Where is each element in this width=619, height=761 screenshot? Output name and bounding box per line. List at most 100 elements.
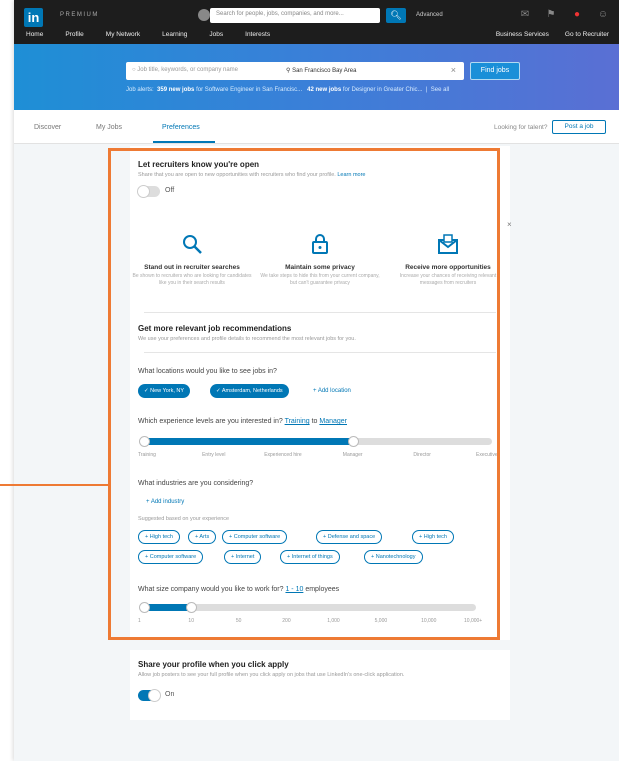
size-tick: 10,000+ — [464, 618, 483, 624]
alert-count-1[interactable]: 359 new jobs — [157, 87, 194, 93]
experience-slider-handle-min[interactable] — [139, 436, 150, 447]
global-search-input[interactable]: Search for people, jobs, companies, and … — [210, 8, 380, 23]
industry-pill[interactable]: + Computer software — [222, 530, 288, 544]
experience-slider-fill — [144, 438, 353, 445]
recruiter-link[interactable]: Go to Recruiter — [565, 31, 609, 38]
size-slider-fill — [144, 604, 192, 611]
keyword-input[interactable]: ○ Job title, keywords, or company name — [132, 67, 238, 73]
see-all-link[interactable]: See all — [431, 87, 449, 93]
size-slider-handle-min[interactable] — [139, 602, 150, 613]
feature-title: Receive more opportunities — [405, 264, 491, 271]
location-input[interactable]: ⚲ San Francisco Bay Area — [286, 67, 356, 74]
feature-stand-out: Stand out in recruiter searches Be shown… — [132, 232, 252, 287]
job-alerts: Job alerts: 359 new jobs for Software En… — [126, 87, 450, 93]
tab-preferences[interactable]: Preferences — [162, 124, 200, 131]
feature-title: Stand out in recruiter searches — [144, 264, 240, 271]
experience-tick: Manager — [342, 452, 363, 458]
nav-my-network[interactable]: My Network — [106, 31, 140, 38]
share-toggle[interactable] — [138, 689, 161, 702]
search-icon: 🔍︎ — [390, 10, 402, 20]
find-jobs-button[interactable]: Find jobs — [470, 62, 520, 80]
feature-title: Maintain some privacy — [285, 264, 355, 271]
recruiters-toggle-label: Off — [165, 187, 175, 194]
industry-pill[interactable]: + Internet — [224, 550, 262, 564]
toggle-knob — [137, 185, 150, 198]
linkedin-logo[interactable]: in — [24, 8, 43, 27]
search-button[interactable]: 🔍︎ — [386, 8, 406, 23]
experience-tick: Training — [138, 452, 156, 458]
experience-slider-handle-max[interactable] — [347, 436, 359, 447]
location-pill-new-york[interactable]: ✓ New York, NY — [138, 384, 191, 398]
industries-question: What industries are you considering? — [138, 480, 254, 487]
preferences-card: Let recruiters know you're open Share th… — [130, 146, 512, 640]
size-slider[interactable] — [139, 602, 476, 613]
nav-jobs[interactable]: Jobs — [209, 31, 223, 38]
clear-icon[interactable]: × — [451, 65, 456, 75]
size-question: What size company would you like to work… — [138, 586, 340, 593]
flag-icon[interactable]: ⚑ — [545, 9, 557, 21]
nav-learning[interactable]: Learning — [162, 31, 187, 38]
profile-menu-icon[interactable]: ☺ — [597, 9, 609, 21]
share-desc: Allow job posters to see your full profi… — [138, 672, 405, 678]
active-tab-indicator — [153, 141, 215, 143]
nav-interests[interactable]: Interests — [245, 31, 270, 38]
share-title: Share your profile when you click apply — [138, 660, 289, 669]
global-nav: in PREMIUM Search for people, jobs, comp… — [14, 0, 619, 44]
jobs-search-banner: ○ Job title, keywords, or company name ⚲… — [14, 44, 619, 110]
nav-profile[interactable]: Profile — [65, 31, 83, 38]
experience-tick: Experienced hire — [264, 452, 302, 458]
nav-home[interactable]: Home — [26, 31, 43, 38]
magnifier-icon — [132, 232, 252, 262]
feature-opportunities: Receive more opportunities Increase your… — [388, 232, 508, 287]
alert-count-2[interactable]: 42 new jobs — [307, 87, 341, 93]
industry-pill[interactable]: + Arts — [188, 530, 217, 544]
add-location-link[interactable]: + Add location — [313, 388, 351, 394]
experience-slider[interactable] — [139, 436, 492, 447]
size-tick: 1,000 — [327, 618, 340, 624]
tab-discover[interactable]: Discover — [34, 124, 61, 131]
feature-privacy: Maintain some privacy We take steps to h… — [260, 232, 380, 287]
location-pill-amsterdam[interactable]: ✓ Amsterdam, Netherlands — [210, 384, 289, 398]
experience-from[interactable]: Training — [285, 418, 310, 425]
main-nav: Home Profile My Network Learning Jobs In… — [26, 31, 292, 38]
recruiters-title: Let recruiters know you're open — [138, 160, 260, 169]
close-icon[interactable]: × — [507, 220, 512, 229]
experience-question: Which experience levels are you interest… — [138, 418, 347, 425]
post-job-button[interactable]: Post a job — [552, 120, 606, 134]
industry-pill[interactable]: + High tech — [138, 530, 180, 544]
premium-label: PREMIUM — [60, 12, 99, 18]
toggle-knob — [148, 689, 161, 702]
add-industry-link[interactable]: + Add industry — [146, 499, 184, 505]
feature-desc: Be shown to recruiters who are looking f… — [132, 273, 252, 286]
experience-to[interactable]: Manager — [319, 418, 347, 425]
size-slider-handle-max[interactable] — [186, 602, 198, 613]
messages-icon[interactable]: ✉ — [519, 9, 531, 21]
recruiters-desc: Share that you are open to new opportuni… — [138, 172, 366, 178]
callout-line — [0, 484, 108, 486]
size-tick: 1 — [138, 618, 141, 624]
top-icons: ✉ ⚑ ● ☺ — [519, 9, 609, 21]
recommendations-title: Get more relevant job recommendations — [138, 324, 292, 333]
tab-my-jobs[interactable]: My Jobs — [96, 124, 122, 131]
jobs-tabs: Discover My Jobs Preferences Looking for… — [14, 110, 619, 144]
share-toggle-label: On — [165, 691, 175, 698]
share-profile-card: Share your profile when you click apply … — [130, 650, 510, 720]
industry-pill[interactable]: + Defense and space — [316, 530, 383, 544]
suggested-label: Suggested based on your experience — [138, 516, 230, 522]
learn-more-link[interactable]: Learn more — [337, 172, 365, 178]
industry-pill[interactable]: + Computer software — [138, 550, 204, 564]
page: in PREMIUM Search for people, jobs, comp… — [14, 0, 619, 761]
avatar[interactable] — [198, 9, 210, 21]
industry-pill[interactable]: + Internet of things — [280, 550, 340, 564]
locations-question: What locations would you like to see job… — [138, 368, 277, 375]
recruiters-toggle[interactable] — [137, 185, 160, 198]
advanced-search-link[interactable]: Advanced — [416, 12, 443, 18]
notifications-icon[interactable]: ● — [571, 9, 583, 21]
industry-pill[interactable]: + High tech — [412, 530, 454, 544]
size-range[interactable]: 1 - 10 — [285, 586, 303, 593]
size-tick: 50 — [235, 618, 242, 624]
divider — [144, 352, 496, 353]
industry-pill[interactable]: + Nanotechnology — [364, 550, 423, 564]
experience-tick: Director — [413, 452, 431, 458]
business-services-link[interactable]: Business Services — [496, 31, 549, 38]
